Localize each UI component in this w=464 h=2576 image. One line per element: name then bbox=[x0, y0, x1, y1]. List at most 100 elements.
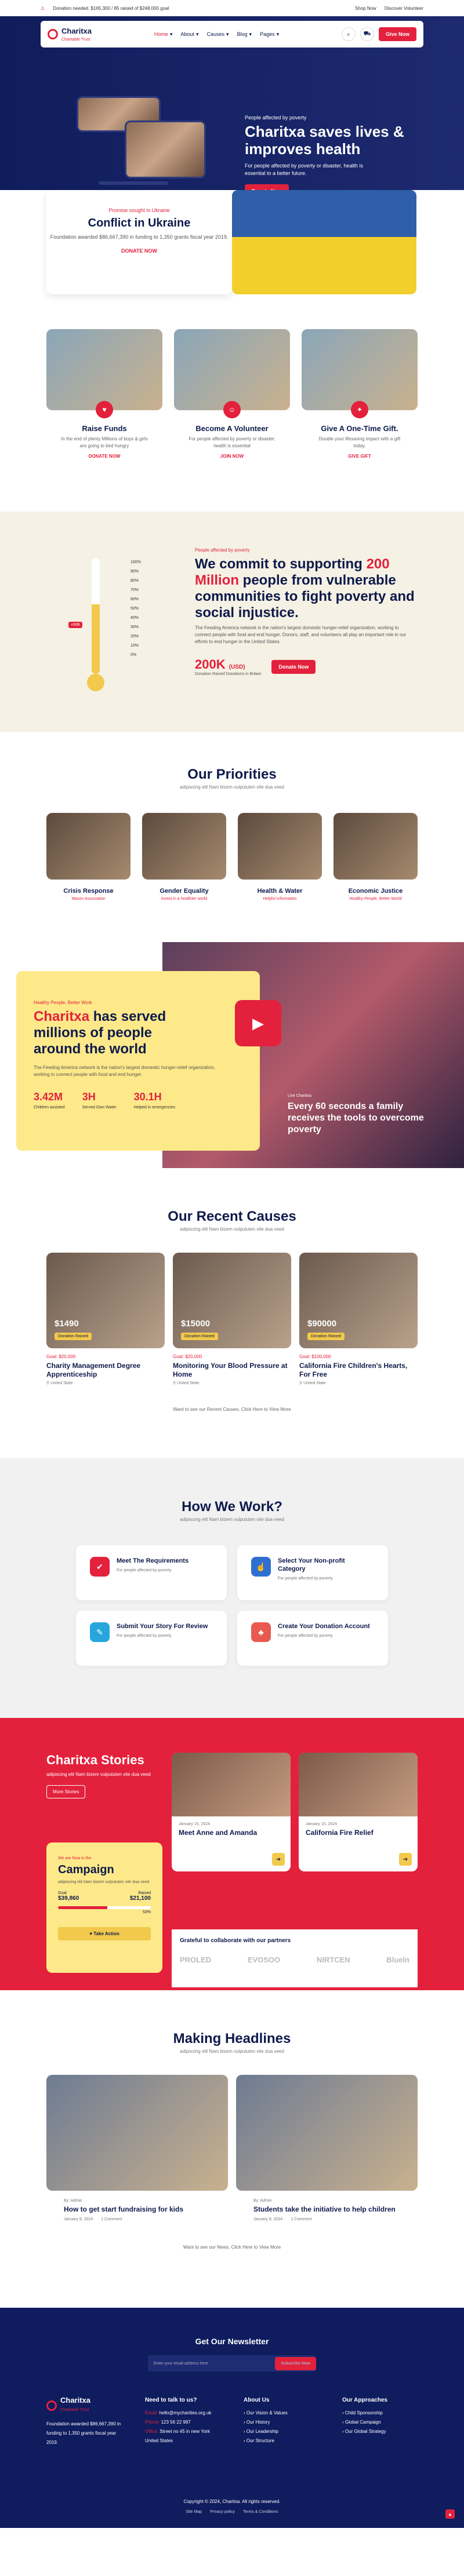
footer: Get Our Newsletter Enter your email addr… bbox=[0, 2308, 464, 2528]
served-section: Healthy People, Better Work Charitxa has… bbox=[0, 942, 464, 1168]
location-icon: ⚲ United State bbox=[173, 1381, 200, 1385]
footer-link[interactable]: › Our Structure bbox=[244, 2436, 319, 2446]
thumbs-up-icon: ☝ bbox=[251, 1557, 271, 1577]
campaign-card: We are Now in the Campaign adipiscing elit… bbox=[46, 1842, 162, 1973]
thermometer-ticks: 100% 90% 80% 70% 60% 50% 40% 30% 20% 10% 0% bbox=[130, 560, 141, 657]
newsletter: Get Our Newsletter Enter your email addr… bbox=[0, 2308, 464, 2371]
campaign-progress bbox=[58, 1906, 151, 1909]
commit-title: We commit to supporting 200 Million peop… bbox=[195, 556, 415, 621]
news-card[interactable]: By: Admin How to get start fundraising fo… bbox=[46, 2075, 228, 2221]
priority-card[interactable]: Gender Equality Invest in a healthier wor… bbox=[142, 813, 226, 902]
priorities-sub: adipiscing elit Nam bizem vulpututen vit… bbox=[180, 785, 284, 790]
stat: 30.1H Helped in emergencies bbox=[133, 1091, 176, 1110]
footer-link[interactable]: › Child Sponsorship bbox=[342, 2409, 418, 2418]
ukraine-donate-link[interactable]: DONATE NOW bbox=[46, 248, 232, 254]
arrow-right-icon[interactable]: ➔ bbox=[272, 1853, 285, 1866]
commit-pretitle: People affected by poverty bbox=[195, 548, 250, 553]
priorities-section: Our Priorities adipiscing elit Nam bizem … bbox=[0, 732, 464, 942]
logo[interactable]: Charitxa Charitable Trust bbox=[48, 27, 92, 42]
menu-item-pages[interactable]: Pages ▾ bbox=[260, 31, 279, 38]
priority-card[interactable]: Health & Water Helpful information bbox=[238, 813, 322, 902]
play-icon[interactable]: ▶ bbox=[235, 1000, 281, 1046]
step-card: ✔ Meet The Requirements For people affecte… bbox=[76, 1545, 227, 1600]
footer-link[interactable]: › Our Global Strategy bbox=[342, 2427, 418, 2436]
help-link[interactable]: GIVE GIFT bbox=[348, 454, 371, 459]
subscribe-button[interactable]: Subscribe Now bbox=[275, 2356, 316, 2370]
shop-link[interactable]: Shop Now bbox=[355, 6, 376, 11]
help-card: ✦ Give A One-Time Gift. Double your lifesa… bbox=[302, 329, 418, 459]
footer-link[interactable]: › Our History bbox=[244, 2418, 319, 2427]
footer-link[interactable]: Terms & Conditions bbox=[243, 2510, 278, 2514]
ukraine-title: Conflict in Ukraine bbox=[88, 217, 191, 229]
partner-logo: EVOSOO bbox=[247, 1955, 281, 1964]
discover-link[interactable]: Discover Volunteer bbox=[385, 6, 423, 11]
commit-section: »50K 100% 90% 80% 70% 60% 50% 40% 30% 20% 10% 0% P… bbox=[0, 512, 464, 732]
story-card[interactable]: January 15, 2024 California Fire Relief ➔ bbox=[299, 1753, 418, 1871]
story-icon: ✎ bbox=[90, 1622, 110, 1642]
served-stats: 3.42M Children assisted 3H Served Own Wate… bbox=[34, 1091, 242, 1110]
video-caption: Every 60 seconds a family receives the t… bbox=[288, 1101, 424, 1134]
ukraine-section: Promise sought in Ukraine Conflict in Uk… bbox=[0, 167, 464, 294]
cause-card[interactable]: $1490 Donation Raised Goal: $20,000 Charity… bbox=[46, 1253, 165, 1386]
email-input[interactable]: Enter your email address here bbox=[154, 2362, 208, 2366]
arrow-right-icon[interactable]: ➔ bbox=[399, 1853, 412, 1866]
priority-card[interactable]: Crisis Response Mason Association bbox=[46, 813, 130, 902]
ukraine-desc: Foundation awarded $86,667,390 in fundin… bbox=[50, 234, 229, 240]
served-title: Charitxa has served millions of people a… bbox=[34, 1009, 166, 1057]
help-image: ♥ bbox=[46, 329, 162, 418]
take-action-button[interactable]: ♥ Take Action bbox=[58, 1927, 151, 1940]
footer-link[interactable]: › Our Vision & Values bbox=[244, 2409, 319, 2418]
partner-logo: PROLED bbox=[180, 1955, 212, 1964]
location-icon: ⚲ United State bbox=[46, 1381, 73, 1385]
volunteer-icon: ☺ bbox=[223, 401, 241, 418]
help-link[interactable]: JOIN NOW bbox=[220, 454, 244, 459]
give-now-button[interactable]: Give Now bbox=[378, 27, 416, 41]
news-more-link[interactable]: Want to see our News. Click Here to View… bbox=[46, 2245, 418, 2250]
stat: 3.42M Children assisted bbox=[34, 1091, 65, 1110]
email-link[interactable]: hello@mycharities.org.uk bbox=[159, 2410, 211, 2416]
footer-link[interactable]: Site Map bbox=[186, 2510, 202, 2514]
cause-card[interactable]: $15000 Donation Raised Goal: $20,000 Monito… bbox=[173, 1253, 291, 1386]
thermometer-bulb bbox=[87, 674, 104, 691]
help-image: ☺ bbox=[174, 329, 290, 418]
how-we-work-section: How We Work? adipiscing elit Nam bizem vu… bbox=[0, 1458, 464, 1718]
news-card[interactable]: By: Admin Students take the initiative to… bbox=[236, 2075, 418, 2221]
hero: Charitxa Charitable Trust Home ▾ About ▾ Ca… bbox=[0, 16, 464, 190]
copyright: Copyright © 2024, Charitxa. All rights r… bbox=[183, 2499, 281, 2514]
priority-card[interactable]: Economic Justice Healthy People, Better W… bbox=[334, 813, 418, 902]
more-stories-button[interactable]: More Stories bbox=[46, 1785, 86, 1798]
menu-item-about[interactable]: About ▾ bbox=[180, 31, 198, 38]
alert-icon: ⚠ bbox=[41, 5, 45, 11]
help-image: ✦ bbox=[302, 329, 418, 418]
footer-link[interactable]: Privacy policy bbox=[210, 2510, 235, 2514]
footer-logo[interactable]: Charitxa Charitable Trust bbox=[46, 2396, 122, 2415]
main-menu: Home ▾ About ▾ Causes ▾ Blog ▾ Pages ▾ bbox=[154, 31, 279, 38]
headlines-section: Making Headlines adipiscing elit Nam bize… bbox=[0, 1990, 464, 2273]
footer-link[interactable]: › Global Campaign bbox=[342, 2418, 418, 2427]
top-bar: ⚠ Donation needed. $165,300 / 85 raised o… bbox=[0, 0, 464, 16]
menu-item-causes[interactable]: Causes ▾ bbox=[206, 31, 229, 38]
cause-card[interactable]: $90000 Donation Raised Goal: $100,000 Calif… bbox=[299, 1253, 418, 1386]
partners: Grateful to collaborate with our partner… bbox=[172, 1929, 418, 1987]
help-card: ☺ Become A Volunteer For people affected b… bbox=[174, 329, 290, 459]
menu-item-blog[interactable]: Blog ▾ bbox=[237, 31, 252, 38]
story-card[interactable]: January 15, 2024 Meet Anne and Amanda ➔ bbox=[172, 1753, 291, 1871]
thermometer-fill bbox=[92, 604, 100, 674]
causes-more-link[interactable]: Want to see our Recent Causes. Click Her… bbox=[46, 1407, 418, 1412]
footer-link[interactable]: › Our Leadership bbox=[244, 2427, 319, 2436]
partner-logo: Blueln bbox=[386, 1955, 409, 1964]
stat: 3H Served Own Water bbox=[82, 1091, 117, 1110]
cart-icon[interactable]: ⛟ bbox=[360, 27, 374, 41]
commit-donate-button[interactable]: Donate Now bbox=[271, 659, 316, 674]
step-card: ✎ Submit Your Story For Review For people … bbox=[76, 1611, 227, 1666]
back-to-top-icon[interactable]: ▲ bbox=[445, 2509, 455, 2519]
account-icon: ♣ bbox=[251, 1622, 271, 1642]
menu-item-home[interactable]: Home ▾ bbox=[154, 31, 173, 38]
gift-icon: ✦ bbox=[351, 401, 368, 418]
ukraine-pretitle: Promise sought in Ukraine bbox=[108, 207, 170, 213]
help-link[interactable]: DONATE NOW bbox=[89, 454, 121, 459]
search-icon[interactable]: ⌕ bbox=[341, 27, 356, 41]
commit-amount-label: Donation Raised Donations in Britain bbox=[195, 672, 262, 676]
brand-name: Charitxa bbox=[61, 26, 92, 35]
ukraine-image bbox=[232, 190, 416, 294]
